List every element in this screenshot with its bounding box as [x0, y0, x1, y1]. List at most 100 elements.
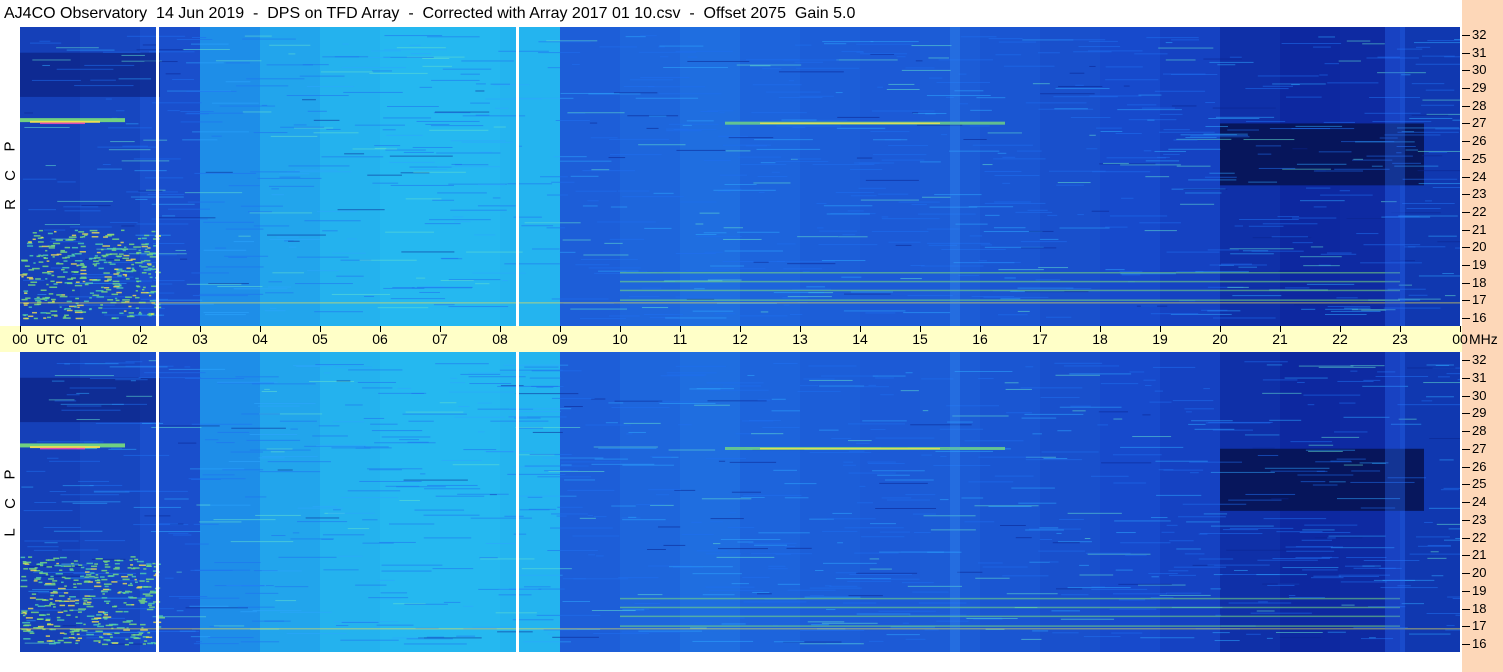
noise-pixel	[64, 314, 69, 317]
streak	[1294, 304, 1351, 306]
rcp-heatmap-svg	[20, 27, 1460, 326]
noise-pixel	[28, 315, 34, 318]
noise-pixel	[71, 253, 75, 256]
streak	[1069, 373, 1132, 375]
streak	[626, 271, 648, 273]
noise-pixel	[103, 261, 108, 264]
streak	[1198, 558, 1234, 560]
streak	[1039, 538, 1053, 540]
noise-pixel	[66, 309, 73, 312]
streak	[1414, 42, 1460, 44]
noise-pixel	[138, 564, 146, 567]
streak	[686, 270, 730, 272]
streak	[427, 484, 478, 486]
streak	[1140, 305, 1158, 307]
noise-pixel	[22, 314, 29, 316]
streak	[1089, 134, 1096, 136]
streak	[1052, 542, 1080, 544]
streak	[1446, 625, 1455, 627]
noise-pixel	[133, 246, 141, 248]
streak	[975, 577, 1010, 579]
noise-pixel	[124, 643, 129, 646]
streak	[414, 168, 448, 170]
streak	[809, 587, 862, 589]
streak	[205, 314, 246, 316]
streak	[1263, 518, 1327, 520]
noise-pixel	[96, 296, 104, 298]
time-tick-label: 05	[312, 331, 328, 347]
streak	[189, 468, 245, 470]
data-gap-marker	[516, 27, 519, 326]
noise-pixel	[118, 253, 124, 255]
streak	[374, 145, 401, 147]
streak	[1165, 59, 1196, 61]
streak	[176, 610, 184, 612]
streak	[224, 255, 269, 257]
noise-pixel	[114, 268, 119, 271]
streak	[379, 598, 401, 600]
streak	[1213, 317, 1276, 319]
noise-pixel	[32, 238, 36, 241]
streak	[640, 77, 690, 79]
streak	[316, 445, 367, 447]
streak	[638, 144, 686, 146]
noise-pixel	[60, 565, 65, 567]
noise-pixel	[20, 274, 27, 276]
streak	[24, 112, 33, 114]
streak	[110, 141, 135, 143]
streak	[1159, 113, 1183, 115]
streak	[678, 424, 692, 426]
noise-pixel	[77, 611, 82, 613]
streak	[271, 194, 284, 196]
streak	[1047, 214, 1058, 216]
streak	[782, 297, 808, 299]
noise-pixel	[70, 562, 74, 565]
noise-pixel	[146, 580, 150, 583]
streak	[1418, 275, 1460, 277]
streak	[858, 187, 886, 189]
noise-pixel	[32, 232, 37, 234]
streak	[787, 589, 836, 591]
streak	[773, 469, 798, 471]
noise-pixel	[123, 629, 130, 631]
streak	[1442, 273, 1454, 275]
streak	[1297, 474, 1354, 476]
streak	[411, 287, 472, 289]
noise-pixel	[49, 286, 58, 288]
noise-pixel	[102, 593, 105, 595]
streak	[768, 565, 786, 567]
streak	[513, 533, 527, 535]
streak	[1227, 129, 1259, 131]
noise-pixel	[83, 300, 89, 303]
streak	[73, 572, 136, 574]
streak	[288, 53, 296, 55]
noise-pixel	[22, 614, 26, 617]
streak	[718, 135, 748, 137]
streak	[1302, 569, 1338, 571]
noise-pixel	[95, 558, 103, 560]
streak	[456, 635, 476, 637]
streak	[773, 292, 825, 294]
streak	[56, 47, 99, 49]
streak	[771, 398, 786, 400]
streak	[1024, 413, 1084, 415]
streak	[225, 62, 250, 64]
streak	[1058, 39, 1106, 41]
streak	[109, 221, 138, 223]
noise-pixel	[61, 268, 65, 271]
streak	[1338, 60, 1361, 62]
streak	[1422, 99, 1460, 101]
noise-pixel	[126, 603, 132, 606]
noise-pixel	[118, 284, 122, 286]
streak	[294, 169, 338, 171]
streak	[611, 505, 636, 507]
noise-pixel	[125, 270, 134, 273]
streak	[450, 140, 506, 142]
streak	[538, 52, 581, 54]
streak	[470, 102, 490, 104]
freq-tick	[1462, 448, 1470, 450]
streak	[270, 135, 318, 137]
streak	[1284, 377, 1328, 379]
streak	[1443, 539, 1460, 541]
streak	[475, 83, 486, 85]
